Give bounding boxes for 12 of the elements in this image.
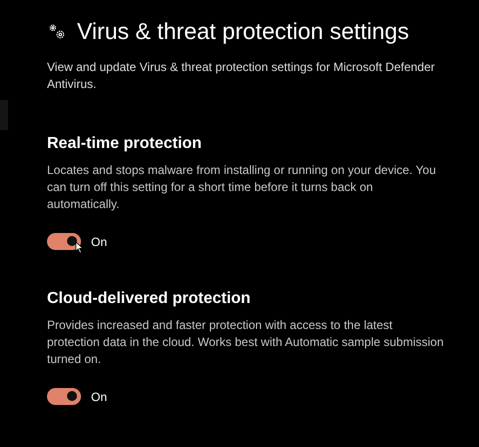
cursor-icon	[75, 241, 84, 254]
section-heading: Real-time protection	[47, 135, 203, 153]
section-description: Locates and stops malware from installing or running on your device. You can turn off this setting for a short time before it turns back on automatically.	[47, 162, 437, 213]
toggle-label: On	[91, 390, 108, 404]
page-description: View and update Virus & threat protection settings for Microsoft Defender Antivirus.	[47, 59, 436, 93]
section-description: Provides increased and faster protection with access to the latest protection data in the cloud. Works best with Automatic sample submission turned on.	[47, 317, 445, 368]
toggle-label: On	[91, 234, 108, 248]
section-heading: Cloud-delivered protection	[47, 290, 252, 308]
page-title: Virus & threat protection settings	[77, 18, 409, 45]
toggle-switch[interactable]	[47, 233, 81, 250]
toggle-switch[interactable]	[47, 388, 81, 405]
gears-icon	[47, 22, 67, 42]
